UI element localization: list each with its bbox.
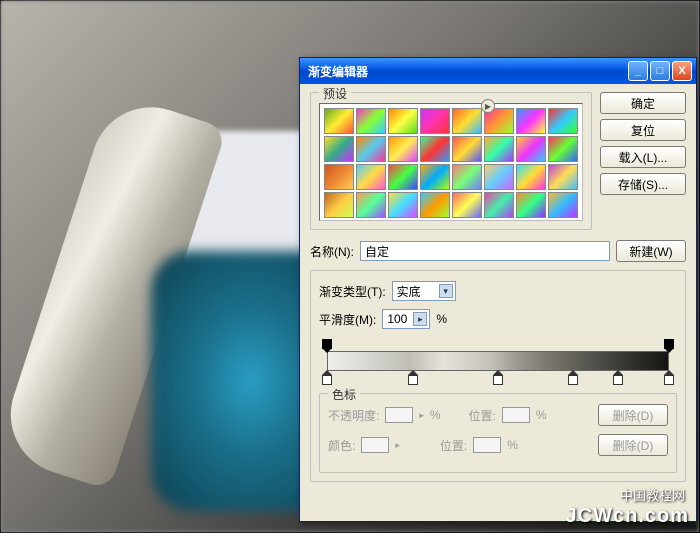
preset-swatch[interactable] [548, 136, 578, 162]
preset-swatch[interactable] [452, 164, 482, 190]
preset-swatch[interactable] [516, 108, 546, 134]
preset-swatch[interactable] [324, 192, 354, 218]
preset-swatch[interactable] [388, 164, 418, 190]
smoothness-value: 100 [387, 312, 407, 326]
color-stop-label: 颜色: [328, 437, 355, 454]
position-label: 位置: [440, 437, 467, 454]
gradient-type-value: 实底 [397, 283, 421, 300]
preset-menu-icon[interactable]: ▶ [481, 99, 495, 113]
chevron-down-icon: ▸ [413, 312, 427, 326]
maximize-button[interactable]: □ [650, 61, 670, 81]
watermark-en: JCWcn.com [566, 505, 689, 528]
preset-swatch[interactable] [356, 164, 386, 190]
preset-swatch[interactable] [356, 136, 386, 162]
stops-group-label: 色标 [328, 386, 360, 403]
preset-swatch[interactable] [356, 108, 386, 134]
percent-label: % [507, 438, 518, 452]
color-stop[interactable] [613, 375, 623, 385]
smoothness-label: 平滑度(M): [319, 311, 376, 328]
preset-swatch[interactable] [324, 108, 354, 134]
preset-swatch[interactable] [452, 192, 482, 218]
position-value-field [502, 407, 530, 423]
new-button[interactable]: 新建(W) [616, 240, 686, 262]
titlebar[interactable]: 渐变编辑器 _ □ X [300, 58, 696, 84]
preset-swatch[interactable] [548, 192, 578, 218]
color-stop[interactable] [664, 375, 674, 385]
color-stop[interactable] [568, 375, 578, 385]
preset-swatch[interactable] [388, 192, 418, 218]
preset-swatch[interactable] [420, 136, 450, 162]
watermark-cn: 中国教程网 [620, 485, 685, 504]
name-input[interactable] [360, 241, 610, 261]
position-value-field [473, 437, 501, 453]
preset-swatch[interactable] [452, 136, 482, 162]
presets-label: 预设 [319, 85, 351, 102]
color-stop[interactable] [408, 375, 418, 385]
smoothness-unit: % [436, 312, 447, 326]
delete-opacity-stop-button: 删除(D) [598, 404, 668, 426]
preset-swatch[interactable] [484, 192, 514, 218]
save-button[interactable]: 存储(S)... [600, 173, 686, 195]
preset-swatch[interactable] [484, 136, 514, 162]
preset-swatch[interactable] [388, 108, 418, 134]
opacity-stop-label: 不透明度: [328, 407, 379, 424]
opacity-value-field [385, 407, 413, 423]
chevron-right-icon: ▸ [395, 440, 400, 451]
preset-swatch[interactable] [420, 164, 450, 190]
smoothness-input[interactable]: 100 ▸ [382, 309, 430, 329]
gradient-type-select[interactable]: 实底 ▾ [392, 281, 456, 301]
preset-swatch[interactable] [516, 164, 546, 190]
preset-swatch[interactable] [356, 192, 386, 218]
preset-swatch[interactable] [516, 136, 546, 162]
delete-color-stop-button: 删除(D) [598, 434, 668, 456]
preset-swatch[interactable] [324, 164, 354, 190]
opacity-stop[interactable] [322, 339, 332, 349]
minimize-button[interactable]: _ [628, 61, 648, 81]
preset-swatch[interactable] [452, 108, 482, 134]
preset-swatch[interactable] [420, 192, 450, 218]
preset-swatch[interactable] [516, 192, 546, 218]
preset-swatch[interactable] [388, 136, 418, 162]
reset-button[interactable]: 复位 [600, 119, 686, 141]
color-stop[interactable] [322, 375, 332, 385]
percent-label: % [536, 408, 547, 422]
gradient-editor-dialog: 渐变编辑器 _ □ X 预设 ▶ 确定 复位 载入(L)... 存储(S)...… [299, 57, 697, 522]
color-swatch [361, 437, 389, 453]
gradient-type-label: 渐变类型(T): [319, 283, 386, 300]
chevron-right-icon: ▸ [419, 410, 424, 421]
preset-swatch[interactable] [324, 136, 354, 162]
opacity-unit: % [430, 408, 441, 422]
preset-swatch[interactable] [548, 164, 578, 190]
opacity-stop[interactable] [664, 339, 674, 349]
gradient-bar[interactable] [327, 351, 669, 371]
preset-swatch[interactable] [484, 164, 514, 190]
color-stop[interactable] [493, 375, 503, 385]
window-title: 渐变编辑器 [308, 63, 626, 80]
close-button[interactable]: X [672, 61, 692, 81]
position-label: 位置: [469, 407, 496, 424]
gradient-bar-area[interactable] [321, 337, 675, 387]
load-button[interactable]: 载入(L)... [600, 146, 686, 168]
preset-swatch-grid[interactable] [319, 103, 583, 221]
ok-button[interactable]: 确定 [600, 92, 686, 114]
chevron-down-icon: ▾ [439, 284, 453, 298]
preset-swatch[interactable] [548, 108, 578, 134]
name-label: 名称(N): [310, 243, 354, 260]
preset-swatch[interactable] [420, 108, 450, 134]
